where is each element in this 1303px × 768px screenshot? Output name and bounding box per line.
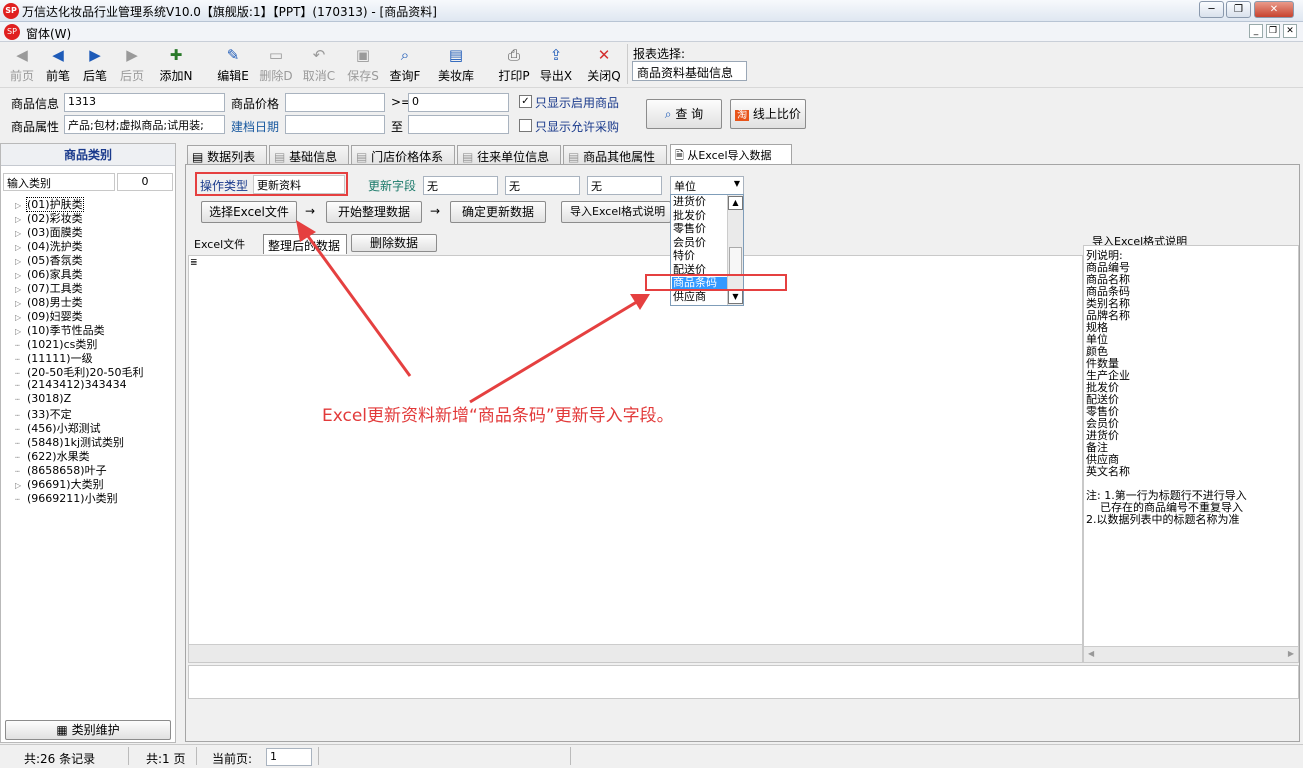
annotation-arrowhead — [630, 294, 650, 310]
current-page-label: 当前页: — [212, 752, 253, 766]
status-divider — [128, 747, 129, 765]
page-count: 共:1 页 — [146, 752, 186, 766]
status-bar: 共:26 条记录 共:1 页 当前页: 1 — [0, 744, 1303, 768]
annotation-arrow-line — [469, 298, 641, 404]
annotation-arrowhead — [296, 220, 316, 242]
record-count: 共:26 条记录 — [24, 752, 96, 766]
annotation-arrows — [296, 220, 650, 404]
status-divider — [196, 747, 197, 765]
annotation-text: Excel更新资料新增“商品条码”更新导入字段。 — [322, 406, 674, 426]
annotation-arrow-line — [300, 227, 412, 377]
status-divider — [318, 747, 319, 765]
status-divider — [570, 747, 571, 765]
current-page-input[interactable]: 1 — [266, 748, 312, 766]
